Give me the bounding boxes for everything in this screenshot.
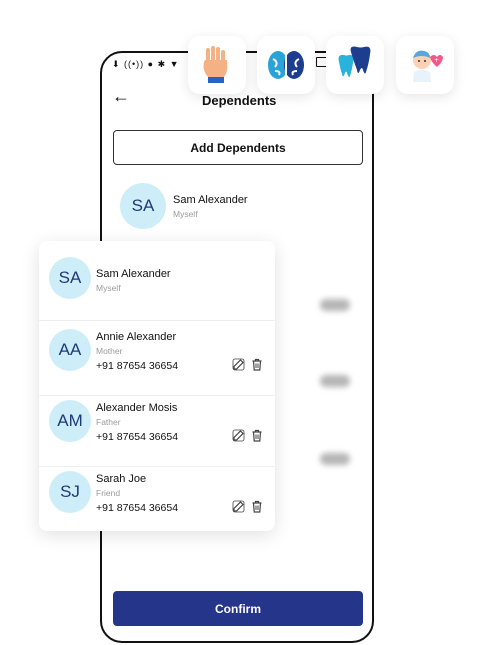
avatar: SJ bbox=[49, 471, 91, 513]
delete-icon[interactable] bbox=[251, 358, 263, 371]
blurred-actions bbox=[320, 375, 350, 387]
tooth-icon bbox=[326, 36, 384, 94]
dependents-list-card: SA Sam Alexander Myself AA Annie Alexand… bbox=[39, 241, 275, 531]
list-item[interactable]: SJ Sarah Joe Friend +91 87654 36654 bbox=[49, 471, 271, 531]
dependent-name: Annie Alexander bbox=[96, 331, 177, 343]
dependent-relation: Father bbox=[96, 417, 121, 427]
delete-icon[interactable] bbox=[251, 500, 263, 513]
avatar: SA bbox=[120, 183, 166, 229]
list-item[interactable]: SA Sam Alexander Myself bbox=[49, 257, 271, 301]
edit-icon[interactable] bbox=[232, 358, 245, 371]
dependent-name: Sarah Joe bbox=[96, 473, 147, 485]
baby-icon: + bbox=[396, 36, 454, 94]
page-title: Dependents bbox=[202, 93, 277, 108]
svg-text:+: + bbox=[434, 57, 439, 64]
blurred-actions bbox=[320, 299, 350, 311]
status-bar: ⬇ ((•)) ● ✱ ▼ bbox=[112, 59, 180, 69]
divider bbox=[39, 466, 275, 467]
brain-icon bbox=[257, 36, 315, 94]
delete-icon[interactable] bbox=[251, 429, 263, 442]
dependent-phone: +91 87654 36654 bbox=[96, 360, 179, 372]
self-entry[interactable]: SA Sam Alexander Myself bbox=[120, 183, 248, 229]
avatar: AM bbox=[49, 400, 91, 442]
dependent-name: Sam Alexander bbox=[96, 268, 171, 280]
dependent-relation: Myself bbox=[96, 283, 121, 293]
dependent-phone: +91 87654 36654 bbox=[96, 431, 179, 443]
edit-icon[interactable] bbox=[232, 500, 245, 513]
hand-icon bbox=[188, 36, 246, 94]
divider bbox=[39, 395, 275, 396]
add-dependents-button[interactable]: Add Dependents bbox=[113, 130, 363, 165]
back-arrow-icon[interactable]: ← bbox=[112, 87, 130, 105]
divider bbox=[39, 320, 275, 321]
blurred-actions bbox=[320, 453, 350, 465]
dependent-phone: +91 87654 36654 bbox=[96, 502, 179, 514]
confirm-button[interactable]: Confirm bbox=[113, 591, 363, 626]
list-item[interactable]: AA Annie Alexander Mother +91 87654 3665… bbox=[49, 329, 271, 389]
dependent-name: Sam Alexander bbox=[173, 193, 248, 206]
dependent-relation: Friend bbox=[96, 488, 121, 498]
edit-icon[interactable] bbox=[232, 429, 245, 442]
dependent-relation: Mother bbox=[96, 346, 123, 356]
list-item[interactable]: AM Alexander Mosis Father +91 87654 3665… bbox=[49, 400, 271, 460]
avatar: AA bbox=[49, 329, 91, 371]
avatar: SA bbox=[49, 257, 91, 299]
dependent-name: Alexander Mosis bbox=[96, 402, 178, 414]
dependent-relation: Myself bbox=[173, 208, 198, 219]
